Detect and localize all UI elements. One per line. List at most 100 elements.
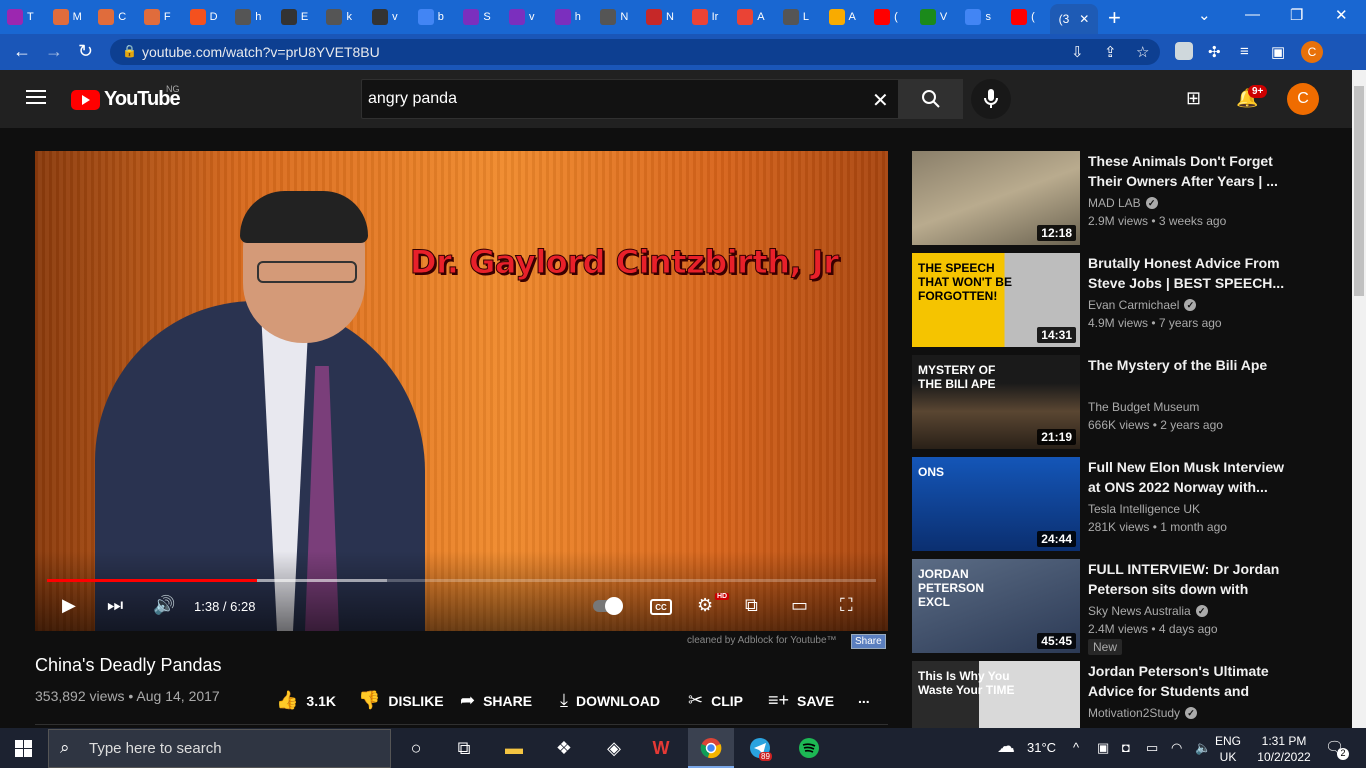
recommended-video-title[interactable]: Jordan Peterson's Ultimate Advice for St… bbox=[1088, 661, 1298, 701]
taskbar-search-input[interactable]: Type here to search bbox=[48, 729, 391, 768]
url-field[interactable]: 🔒 youtube.com/watch?v=prU8YVET8BU bbox=[110, 39, 1160, 65]
video-player[interactable]: Dr. Gaylord Cintzbirth, Jr ▶ ⏭ 🔊 1:38 / … bbox=[35, 151, 888, 631]
youtube-logo[interactable]: YouTube bbox=[71, 88, 181, 111]
recommended-video[interactable]: 12:18 These Animals Don't Forget Their O… bbox=[912, 151, 1342, 246]
browser-tab[interactable]: C bbox=[91, 3, 137, 31]
fullscreen-icon[interactable]: ⛶ bbox=[840, 595, 853, 616]
search-input[interactable]: angry panda bbox=[361, 79, 899, 119]
minimize-icon[interactable]: — bbox=[1245, 6, 1260, 23]
channel-name[interactable]: MAD LAB ✓ bbox=[1088, 196, 1158, 210]
back-icon[interactable]: ← bbox=[13, 41, 31, 62]
search-button[interactable] bbox=[899, 79, 963, 119]
battery-icon[interactable]: ▭ bbox=[1146, 740, 1158, 756]
maximize-icon[interactable]: ❐ bbox=[1290, 6, 1303, 24]
dislike-button[interactable]: 👎 DISLIKE bbox=[358, 690, 444, 711]
close-window-icon[interactable]: ✕ bbox=[1335, 6, 1348, 24]
page-scrollbar-thumb[interactable] bbox=[1354, 86, 1364, 296]
recommended-video[interactable]: THE SPEECH THAT WON'T BE FORGOTTEN! 14:3… bbox=[912, 253, 1342, 348]
file-explorer-icon[interactable]: ▬ bbox=[501, 736, 527, 760]
install-icon[interactable]: ⇩ bbox=[1071, 43, 1084, 61]
video-thumbnail[interactable]: ONS 24:44 bbox=[912, 457, 1080, 551]
save-button[interactable]: ≡+ SAVE bbox=[768, 690, 834, 711]
app-icon[interactable]: ◈ bbox=[601, 736, 627, 760]
browser-tab[interactable]: A bbox=[822, 3, 868, 31]
channel-name[interactable]: Motivation2Study ✓ bbox=[1088, 706, 1198, 720]
weather-temperature[interactable]: 31°C bbox=[1027, 740, 1056, 755]
recommended-video-title[interactable]: Brutally Honest Advice From Steve Jobs |… bbox=[1088, 253, 1298, 293]
recommended-video-title[interactable]: FULL INTERVIEW: Dr Jordan Peterson sits … bbox=[1088, 559, 1298, 599]
new-tab-button[interactable]: + bbox=[1108, 5, 1121, 31]
recommended-video-title[interactable]: These Animals Don't Forget Their Owners … bbox=[1088, 151, 1298, 191]
task-view-icon[interactable]: ⧉ bbox=[451, 736, 477, 760]
share-page-icon[interactable]: ⇪ bbox=[1104, 43, 1117, 61]
reload-icon[interactable]: ↻ bbox=[78, 41, 93, 62]
wifi-icon[interactable]: ◠ bbox=[1171, 740, 1182, 756]
spotify-icon[interactable] bbox=[796, 736, 822, 760]
theater-mode-icon[interactable]: ▭ bbox=[791, 595, 808, 616]
wps-office-icon[interactable]: W bbox=[648, 736, 674, 760]
recommended-video-title[interactable]: Full New Elon Musk Interview at ONS 2022… bbox=[1088, 457, 1298, 497]
download-button[interactable]: ⤓ DOWNLOAD bbox=[560, 690, 660, 711]
next-video-icon[interactable]: ⏭ bbox=[107, 595, 123, 616]
channel-name[interactable]: Tesla Intelligence UK bbox=[1088, 502, 1200, 516]
browser-tab[interactable]: k bbox=[319, 3, 365, 31]
channel-name[interactable]: The Budget Museum bbox=[1088, 400, 1199, 414]
recommended-video-title[interactable]: The Mystery of the Bili Ape bbox=[1088, 355, 1298, 375]
media-queue-icon[interactable]: ≡ bbox=[1240, 43, 1249, 60]
recommended-video[interactable]: ONS 24:44 Full New Elon Musk Interview a… bbox=[912, 457, 1342, 552]
browser-tab[interactable]: ( bbox=[867, 3, 913, 31]
browser-tab[interactable]: v bbox=[365, 3, 411, 31]
adblock-share-button[interactable]: Share bbox=[851, 634, 886, 649]
captions-button[interactable]: CC bbox=[650, 599, 672, 615]
browser-tab[interactable]: s bbox=[958, 3, 1004, 31]
bookmark-star-icon[interactable]: ☆ bbox=[1136, 43, 1149, 61]
close-tab-icon[interactable]: ✕ bbox=[1079, 12, 1089, 26]
side-panel-icon[interactable]: ▣ bbox=[1271, 43, 1285, 61]
browser-tab[interactable]: ( bbox=[1004, 3, 1050, 31]
clip-button[interactable]: ✂ CLIP bbox=[688, 690, 743, 711]
browser-tab[interactable]: N bbox=[639, 3, 685, 31]
browser-tab[interactable]: L bbox=[776, 3, 822, 31]
extensions-puzzle-icon[interactable]: ✣ bbox=[1208, 43, 1221, 61]
language-indicator[interactable]: ENG UK bbox=[1215, 733, 1241, 765]
clear-search-icon[interactable]: ✕ bbox=[872, 88, 889, 113]
browser-tab[interactable]: S bbox=[456, 3, 502, 31]
speaker-icon[interactable]: 🔈 bbox=[1195, 740, 1211, 756]
browser-tab[interactable]: T bbox=[0, 3, 46, 31]
weather-cloud-icon[interactable]: ☁ bbox=[997, 736, 1015, 757]
browser-profile-avatar[interactable]: C bbox=[1301, 41, 1323, 63]
dropbox-icon[interactable]: ❖ bbox=[551, 736, 577, 760]
recommended-video[interactable]: MYSTERY OF THE BILI APE 21:19 The Myster… bbox=[912, 355, 1342, 450]
voice-search-button[interactable] bbox=[971, 79, 1011, 119]
browser-tab[interactable]: Ir bbox=[685, 3, 731, 31]
channel-name[interactable]: Sky News Australia ✓ bbox=[1088, 604, 1208, 618]
settings-gear-icon[interactable]: ⚙ bbox=[697, 595, 713, 616]
browser-tab[interactable]: h bbox=[548, 3, 594, 31]
extension-icon[interactable] bbox=[1175, 42, 1193, 60]
channel-name[interactable]: Evan Carmichael ✓ bbox=[1088, 298, 1197, 312]
windows-start-icon[interactable] bbox=[15, 740, 32, 757]
browser-tab[interactable]: D bbox=[183, 3, 229, 31]
show-hidden-icons[interactable]: ^ bbox=[1073, 740, 1079, 755]
browser-tab[interactable]: N bbox=[593, 3, 639, 31]
autoplay-toggle[interactable] bbox=[593, 597, 623, 615]
cortana-icon[interactable]: ○ bbox=[403, 736, 429, 760]
create-video-icon[interactable]: ⊞ bbox=[1186, 88, 1201, 109]
miniplayer-icon[interactable]: ⧉ bbox=[745, 595, 758, 616]
progress-bar[interactable] bbox=[47, 579, 876, 582]
tab-search-icon[interactable]: ⌄ bbox=[1198, 6, 1211, 24]
tray-camera-icon[interactable]: ◘ bbox=[1122, 740, 1130, 755]
forward-icon[interactable]: → bbox=[45, 41, 63, 62]
browser-tab[interactable]: F bbox=[137, 3, 183, 31]
active-tab[interactable]: (3 ✕ bbox=[1050, 4, 1098, 34]
menu-icon[interactable] bbox=[26, 90, 46, 104]
video-thumbnail[interactable]: 12:18 bbox=[912, 151, 1080, 245]
video-thumbnail[interactable]: THE SPEECH THAT WON'T BE FORGOTTEN! 14:3… bbox=[912, 253, 1080, 347]
browser-tab[interactable]: A bbox=[730, 3, 776, 31]
browser-tab[interactable]: E bbox=[274, 3, 320, 31]
share-button[interactable]: ➦ SHARE bbox=[460, 690, 532, 711]
volume-icon[interactable]: 🔊 bbox=[153, 595, 175, 616]
browser-tab[interactable]: V bbox=[913, 3, 959, 31]
chrome-icon[interactable] bbox=[698, 736, 724, 760]
video-thumbnail[interactable]: MYSTERY OF THE BILI APE 21:19 bbox=[912, 355, 1080, 449]
